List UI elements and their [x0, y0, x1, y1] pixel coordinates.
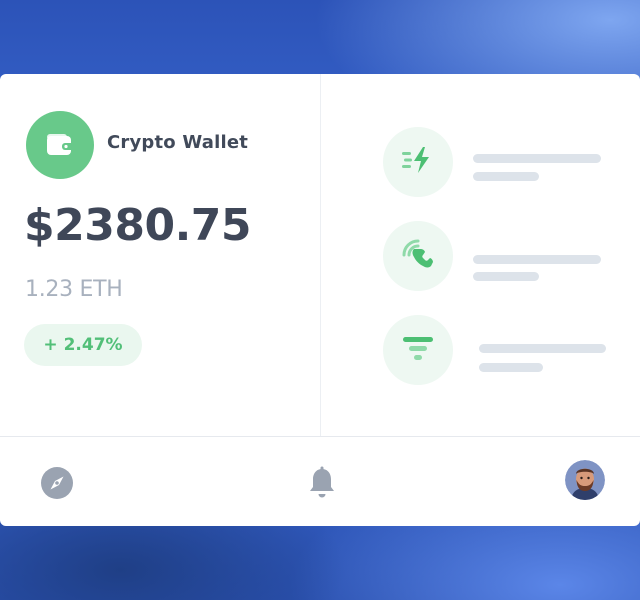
phone-icon: [401, 237, 435, 275]
wallet-icon: [26, 111, 94, 179]
feature-1-line-2: [473, 172, 539, 181]
feature-2-line-2: [473, 272, 539, 281]
feature-3-line-2: [479, 363, 543, 372]
balance-amount: $2380.75: [24, 200, 252, 251]
vertical-divider: [320, 74, 321, 436]
feature-phone[interactable]: [383, 221, 453, 291]
feature-filter[interactable]: [383, 315, 453, 385]
eth-amount: 1.23 ETH: [25, 277, 123, 302]
change-badge: + 2.47%: [24, 324, 142, 366]
wallet-summary: Crypto Wallet $2380.75 1.23 ETH + 2.47%: [0, 74, 320, 436]
horizontal-divider: [0, 436, 640, 437]
wallet-title: Crypto Wallet: [107, 132, 249, 153]
bell-icon[interactable]: [308, 466, 336, 500]
compass-icon[interactable]: [41, 467, 73, 499]
feature-3-line-1: [479, 344, 606, 353]
feature-1-line-1: [473, 154, 601, 163]
avatar[interactable]: [565, 460, 605, 500]
feature-2-line-1: [473, 255, 601, 264]
lightning-icon: [401, 146, 435, 178]
feature-lightning[interactable]: [383, 127, 453, 197]
filter-icon: [403, 335, 433, 365]
wallet-card: Crypto Wallet $2380.75 1.23 ETH + 2.47%: [0, 74, 640, 526]
